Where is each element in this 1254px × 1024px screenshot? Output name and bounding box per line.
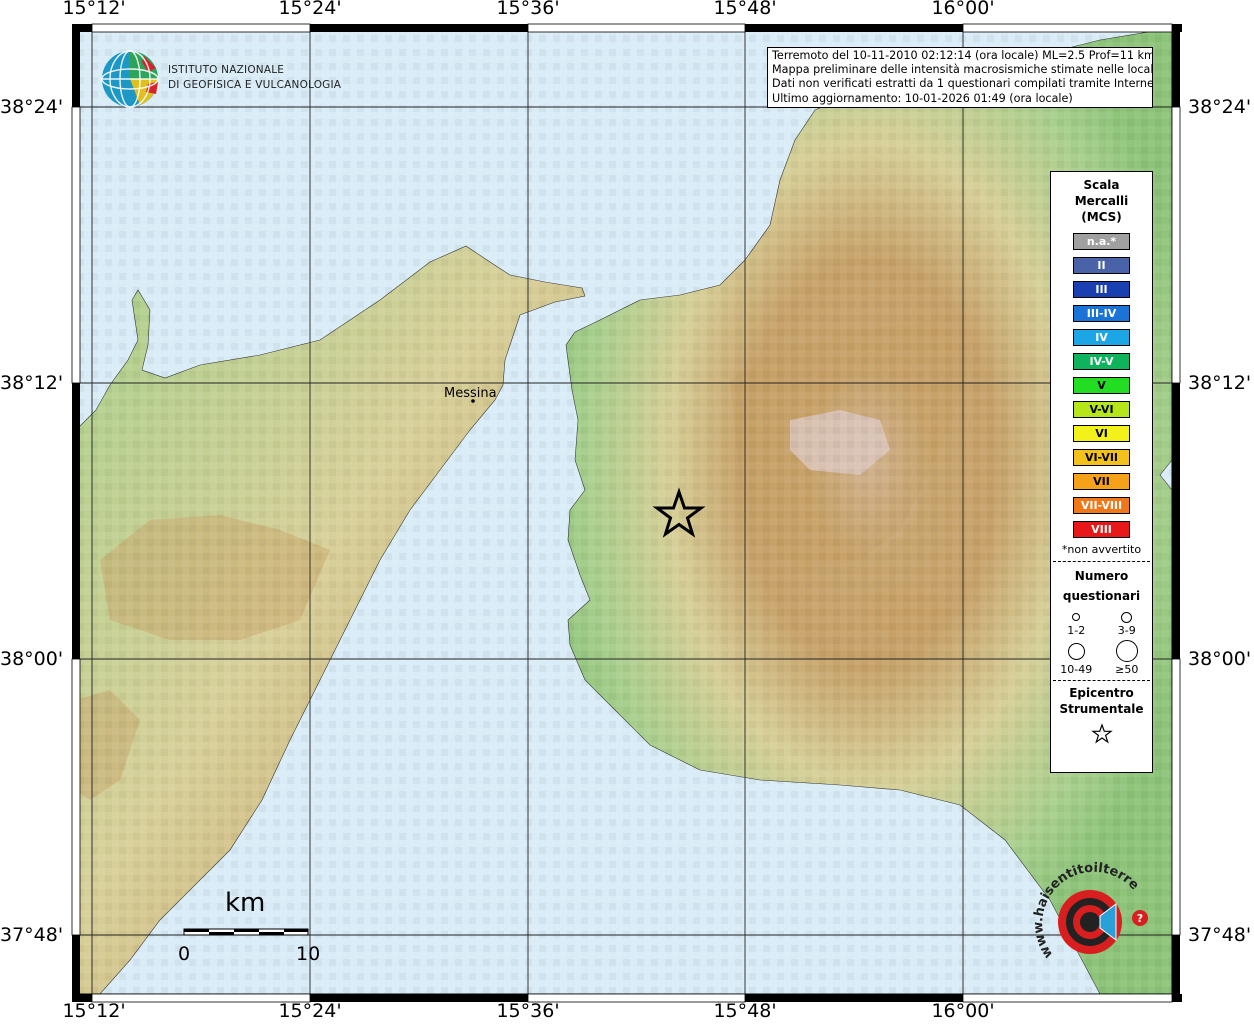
haisentito-logo: ? www.haisentitoilterremoto.it <box>1021 849 1168 980</box>
legend-note: *non avvertito <box>1061 543 1142 556</box>
intensity-item: V <box>1051 373 1152 397</box>
intensity-swatch: VII-VIII <box>1073 496 1130 514</box>
intensity-item: III-IV <box>1051 301 1152 325</box>
count-label: 3-9 <box>1117 624 1136 637</box>
lat-label-left: 38°24' <box>0 96 64 118</box>
ingv-globe-icon <box>101 50 159 108</box>
lat-label-left: 38°12' <box>0 372 64 394</box>
legend-panel: Scala Mercalli (MCS) n.a.* II III III-IV IV I… <box>1050 171 1153 773</box>
legend-title-line: Scala <box>1083 178 1120 192</box>
intensity-swatch: IV <box>1073 328 1130 346</box>
epicenter-star-icon <box>1051 723 1152 749</box>
intensity-swatch: VI-VII <box>1073 448 1130 466</box>
lon-label-bottom: 15°24' <box>278 1000 342 1022</box>
epicenter-title-line: Strumentale <box>1059 702 1144 716</box>
intensity-swatch: IV-V <box>1073 352 1130 370</box>
lon-label-top: 15°24' <box>278 0 342 19</box>
count-title-line: questionari <box>1062 589 1141 603</box>
lat-label-right: 38°12' <box>1188 372 1252 394</box>
lat-label-left: 38°00' <box>0 648 64 670</box>
legend-divider <box>1053 680 1150 681</box>
lon-label-top: 15°36' <box>496 0 560 19</box>
scale-start-label: 0 <box>178 943 191 965</box>
count-item: 10-49 <box>1051 639 1102 676</box>
event-info-box: Terremoto del 10-11-2010 02:12:14 (ora l… <box>767 47 1153 108</box>
lat-label-right: 38°24' <box>1188 96 1252 118</box>
intensity-item: VIII <box>1051 517 1152 541</box>
ingv-name-line2: DI GEOFISICA E VULCANOLOGIA <box>168 79 342 91</box>
intensity-scale-list: n.a.* II III III-IV IV IV-V V V-VI VI VI-VII VII VI… <box>1051 229 1152 541</box>
lat-label-right: 37°48' <box>1188 924 1252 946</box>
legend-title: Scala Mercalli (MCS) <box>1051 177 1152 225</box>
lon-label-bottom: 16°00' <box>931 1000 995 1022</box>
questionnaire-count-title: Numero questionari <box>1051 566 1152 606</box>
lon-label-bottom: 15°12' <box>62 1000 126 1022</box>
event-info-line: Dati non verificati estratti da 1 questi… <box>772 77 1153 91</box>
intensity-item: V-VI <box>1051 397 1152 421</box>
count-item: ≥50 <box>1102 639 1153 676</box>
intensity-item: VI-VII <box>1051 445 1152 469</box>
ingv-logo: ISTITUTO NAZIONALE DI GEOFISICA E VULCAN… <box>100 48 341 108</box>
count-title-line: Numero <box>1074 569 1129 583</box>
ingv-name-line1: ISTITUTO NAZIONALE <box>168 64 285 76</box>
circle-xlarge-icon <box>1115 640 1138 662</box>
lon-label-bottom: 15°36' <box>496 1000 560 1022</box>
intensity-swatch: III <box>1073 280 1130 298</box>
intensity-item: III <box>1051 277 1152 301</box>
intensity-item: VII-VIII <box>1051 493 1152 517</box>
event-info-line: Mappa preliminare delle intensità macros… <box>772 63 1153 77</box>
epicenter-title: Epicentro Strumentale <box>1051 685 1152 717</box>
intensity-swatch: V-VI <box>1073 400 1130 418</box>
lon-label-top: 15°48' <box>713 0 777 19</box>
count-label: 1-2 <box>1067 624 1086 637</box>
intensity-swatch: II <box>1073 256 1130 274</box>
intensity-item: VII <box>1051 469 1152 493</box>
lat-label-right: 38°00' <box>1188 648 1252 670</box>
intensity-item: IV <box>1051 325 1152 349</box>
intensity-swatch: VIII <box>1073 520 1130 538</box>
count-label: ≥50 <box>1115 663 1139 676</box>
event-info-line: Ultimo aggiornamento: 10-01-2026 01:49 (… <box>772 91 1073 105</box>
intensity-swatch: VII <box>1073 472 1130 490</box>
intensity-item: II <box>1051 253 1152 277</box>
count-item: 1-2 <box>1051 610 1102 637</box>
intensity-swatch: VI <box>1073 424 1130 442</box>
city-label-messina: Messina <box>444 386 497 401</box>
legend-title-line: (MCS) <box>1081 210 1122 224</box>
circle-large-icon <box>1067 642 1085 660</box>
epicenter-title-line: Epicentro <box>1069 686 1134 700</box>
intensity-swatch: III-IV <box>1073 304 1130 322</box>
event-info-line: Terremoto del 10-11-2010 02:12:14 (ora l… <box>772 49 1153 62</box>
intensity-item: IV-V <box>1051 349 1152 373</box>
lat-label-left: 37°48' <box>0 924 64 946</box>
legend-title-line: Mercalli <box>1074 194 1129 208</box>
intensity-item: VI <box>1051 421 1152 445</box>
scale-end-label: 10 <box>296 943 321 965</box>
circle-medium-icon <box>1121 611 1133 623</box>
count-item: 3-9 <box>1102 610 1153 637</box>
questionnaire-count-grid: 1-2 3-9 10-49 ≥50 <box>1051 610 1152 676</box>
legend-divider <box>1053 561 1150 562</box>
count-label: 10-49 <box>1060 663 1093 676</box>
intensity-item: n.a.* <box>1051 229 1152 253</box>
scale-bar <box>183 928 309 936</box>
scale-unit-label: km <box>225 888 266 918</box>
intensity-swatch: V <box>1073 376 1130 394</box>
circle-small-icon <box>1072 613 1081 621</box>
lon-label-bottom: 15°48' <box>713 1000 777 1022</box>
lon-label-top: 15°12' <box>62 0 126 19</box>
lon-label-top: 16°00' <box>931 0 995 19</box>
svg-text:?: ? <box>1137 912 1143 925</box>
intensity-swatch: n.a.* <box>1073 232 1130 250</box>
